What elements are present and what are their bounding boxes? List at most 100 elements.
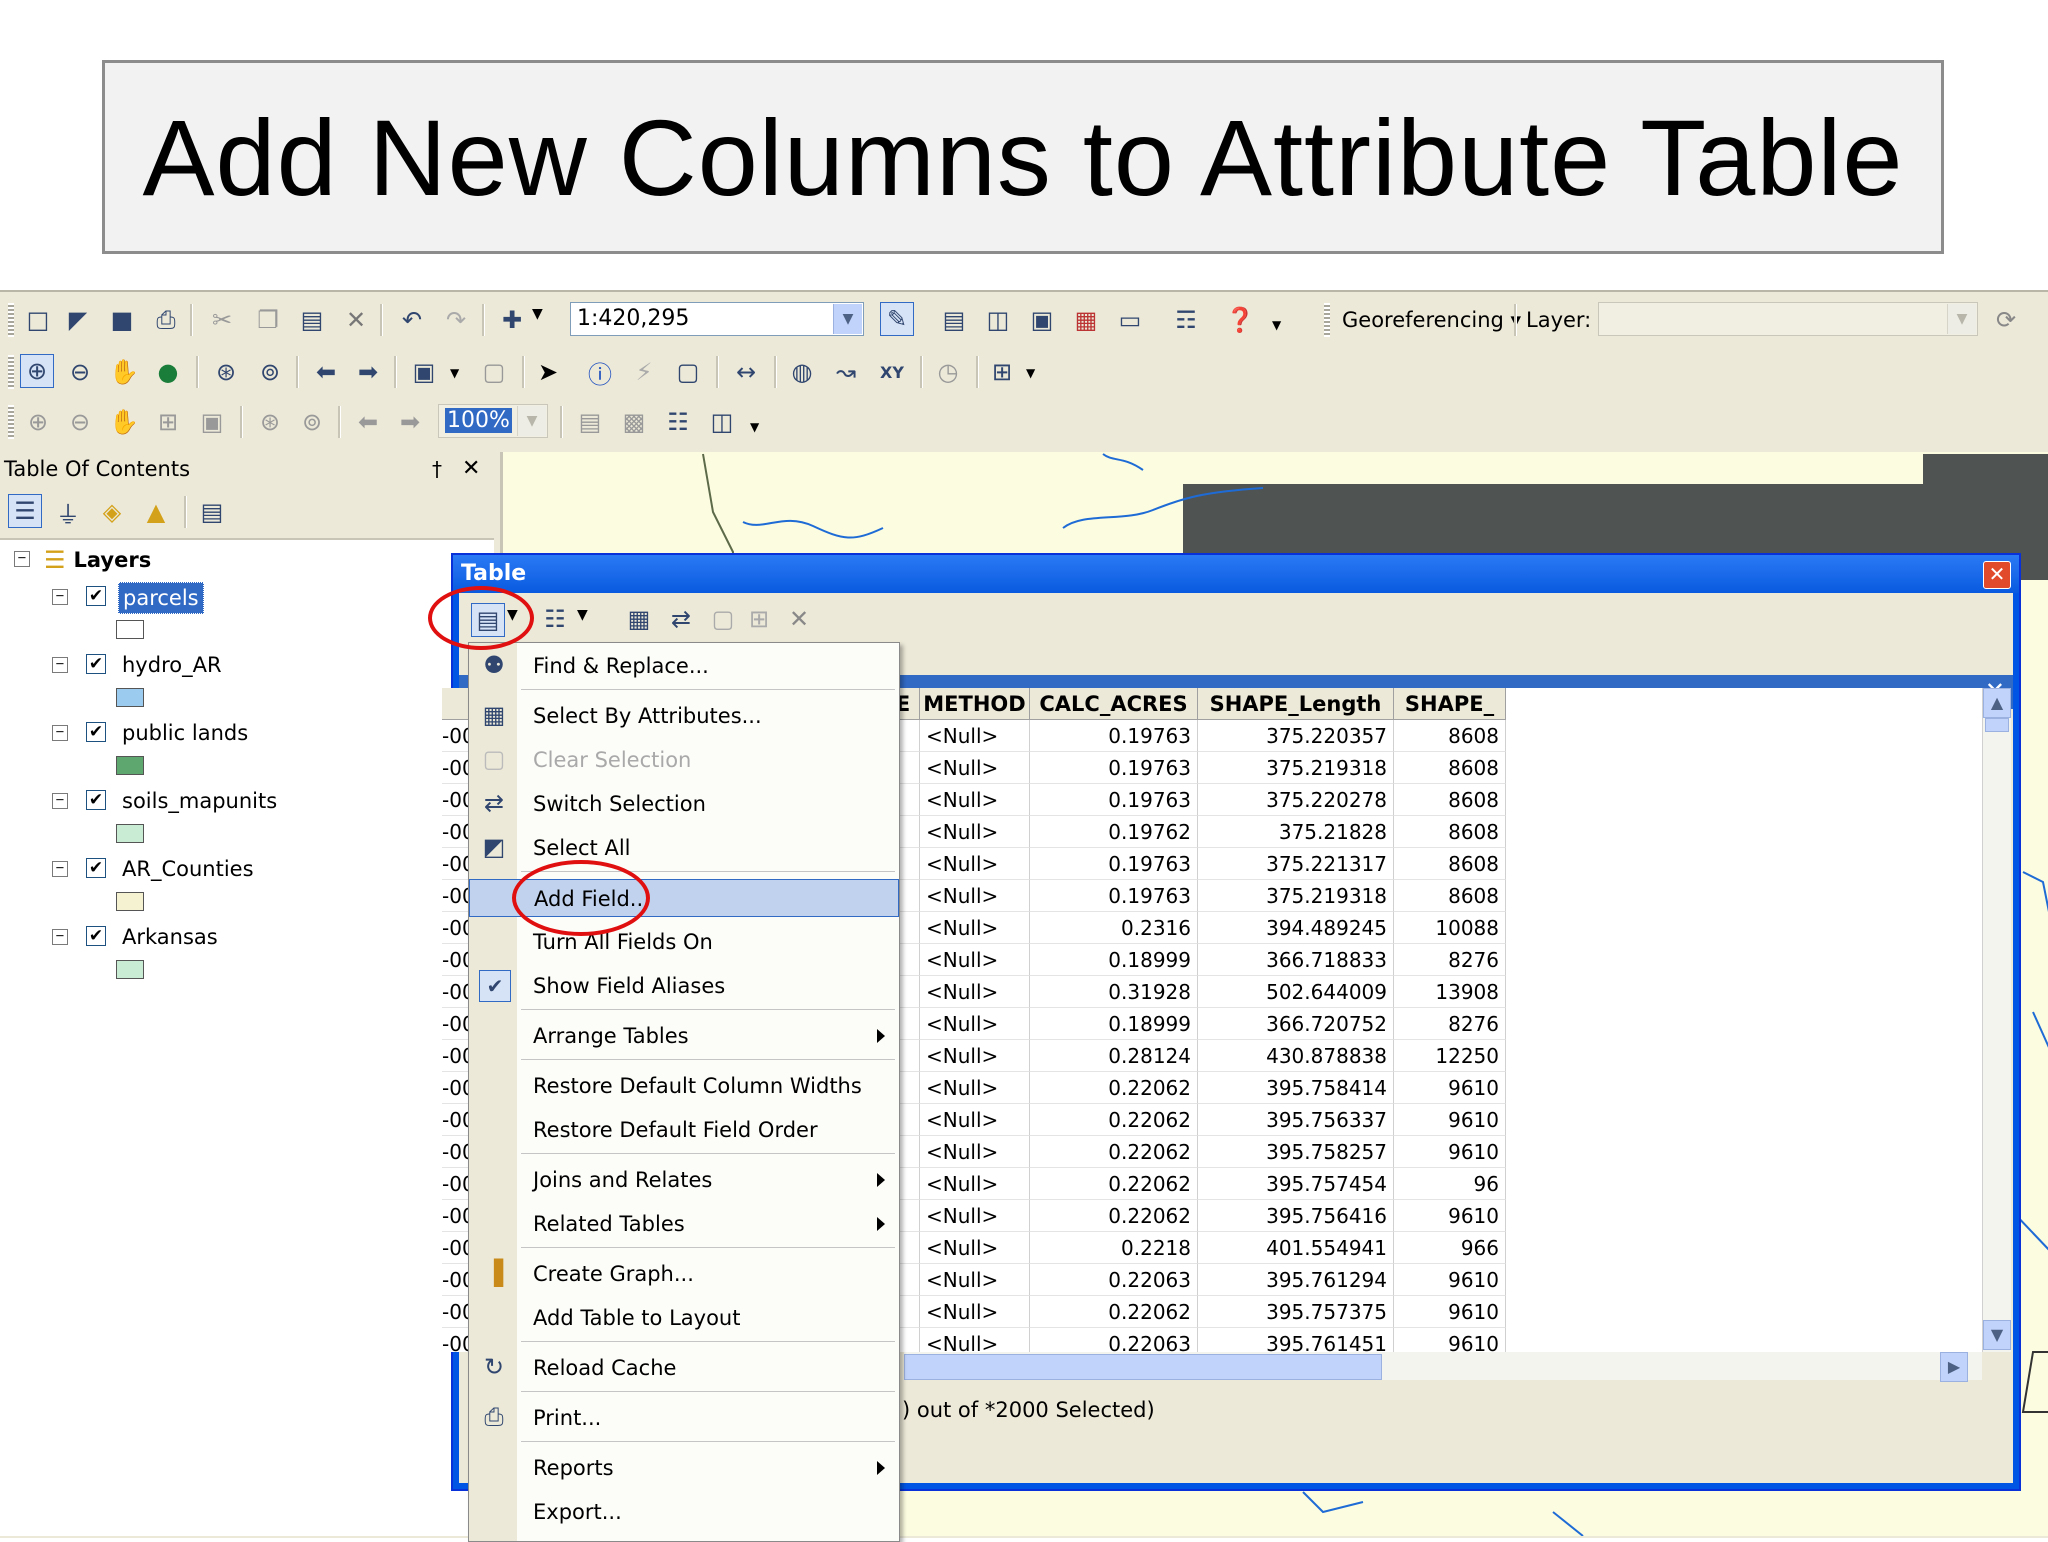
layer-expander[interactable]: − [52, 657, 68, 673]
toc-options-icon[interactable]: ▤ [196, 496, 228, 528]
related-tables-icon[interactable]: ☷ [539, 603, 571, 635]
table-cell[interactable]: 9610 [1394, 1200, 1506, 1232]
menu-item-print[interactable]: ⎙ Print... [469, 1399, 899, 1437]
table-cell[interactable]: 395.761294 [1198, 1264, 1394, 1296]
data-driven-pages-icon[interactable]: ◫ [706, 406, 738, 438]
table-cell[interactable]: 366.718833 [1198, 944, 1394, 976]
menu-item-create-graph[interactable]: ▐ Create Graph... [469, 1255, 899, 1293]
column-header[interactable]: SHAPE_Length [1198, 688, 1394, 720]
map-scale-combobox[interactable]: 1:420,295 ▼ [570, 302, 864, 336]
change-layout-icon[interactable]: ☷ [662, 406, 694, 438]
table-cell[interactable]: <Null> [920, 848, 1030, 880]
table-titlebar[interactable]: Table [453, 555, 2019, 593]
table-cell[interactable]: <Null> [920, 720, 1030, 752]
layer-symbol-swatch[interactable] [116, 620, 144, 639]
add-data-dropdown-icon[interactable]: ▼ [532, 306, 543, 322]
layer-expander[interactable]: − [52, 589, 68, 605]
layer-name[interactable]: soils_mapunits [118, 786, 281, 816]
table-cell[interactable]: <Null> [920, 1232, 1030, 1264]
table-cell[interactable]: <Null> [920, 912, 1030, 944]
list-by-visibility-icon[interactable]: ◈ [96, 496, 128, 528]
layer-name[interactable]: public lands [118, 718, 252, 748]
menu-item-reload-cache[interactable]: ↻ Reload Cache [469, 1349, 899, 1387]
table-cell[interactable]: 401.554941 [1198, 1232, 1394, 1264]
table-of-contents-icon[interactable]: ▤ [938, 304, 970, 336]
table-cell[interactable]: 9610 [1394, 1104, 1506, 1136]
undo-icon[interactable]: ↶ [396, 304, 428, 336]
layout-fixed-zoom-in-icon[interactable]: ⊛ [254, 406, 286, 438]
create-viewer-window-icon[interactable]: ⊞ [986, 356, 1018, 388]
table-cell[interactable]: 0.22062 [1030, 1136, 1198, 1168]
menu-item-select-by-attributes[interactable]: ▦ Select By Attributes... [469, 697, 899, 735]
hyperlink-icon[interactable]: ⚡ [628, 356, 660, 388]
layout-zoom-in-icon[interactable]: ⊕ [22, 406, 54, 438]
table-cell[interactable]: 10088 [1394, 912, 1506, 944]
vertical-scrollbar[interactable]: ▲ ▼ [1982, 688, 2011, 1352]
focus-data-frame-icon[interactable]: ▩ [618, 406, 650, 438]
layer-expander[interactable]: − [52, 929, 68, 945]
html-popup-icon[interactable]: ▢ [672, 356, 704, 388]
table-cell[interactable]: <Null> [920, 1008, 1030, 1040]
column-header[interactable]: SHAPE_ [1394, 688, 1506, 720]
menu-item-select-all[interactable]: ◩ Select All [469, 829, 899, 867]
layer-symbol-swatch[interactable] [116, 960, 144, 979]
layout-toolbar-options-icon[interactable]: ▼ [750, 420, 759, 434]
toolbar-options-icon[interactable]: ▼ [1272, 318, 1281, 332]
redo-icon[interactable]: ↷ [440, 304, 472, 336]
go-to-xy-icon[interactable]: XY [876, 356, 908, 388]
fixed-zoom-out-icon[interactable]: ⊚ [254, 356, 286, 388]
find-binoculars-icon[interactable]: ◍ [786, 356, 818, 388]
close-icon[interactable]: ✕ [1983, 561, 2011, 589]
modelbuilder-icon[interactable]: ☶ [1170, 304, 1202, 336]
layer-expander[interactable]: − [52, 793, 68, 809]
table-cell[interactable]: <Null> [920, 1040, 1030, 1072]
layer-name[interactable]: AR_Counties [118, 854, 258, 884]
full-extent-globe-icon[interactable]: ● [152, 356, 184, 388]
layout-forward-icon[interactable]: ➡ [394, 406, 426, 438]
rotate-icon[interactable]: ⟳ [1990, 304, 2022, 336]
column-header[interactable]: CALC_ACRES [1030, 688, 1198, 720]
select-elements-arrow-icon[interactable]: ➤ [532, 356, 564, 388]
table-cell[interactable]: 0.19763 [1030, 720, 1198, 752]
list-by-source-icon[interactable]: ⏚ [52, 496, 84, 529]
pin-icon[interactable]: † [432, 452, 442, 486]
table-cell[interactable]: 0.22063 [1030, 1328, 1198, 1352]
layers-root[interactable]: ☰ Layers [44, 544, 151, 576]
select-by-attributes-icon[interactable]: ▦ [623, 603, 655, 635]
chevron-down-icon[interactable]: ▼ [517, 406, 546, 436]
go-forward-arrow-icon[interactable]: ➡ [352, 356, 384, 388]
table-cell[interactable]: <Null> [920, 816, 1030, 848]
close-icon[interactable]: ✕ [462, 452, 480, 486]
table-cell[interactable]: 8608 [1394, 752, 1506, 784]
table-cell[interactable]: 502.644009 [1198, 976, 1394, 1008]
toolbar-grip[interactable] [8, 355, 14, 389]
toolbar-grip[interactable] [8, 303, 14, 337]
table-cell[interactable]: 0.18999 [1030, 1008, 1198, 1040]
menu-item-switch-selection[interactable]: ⇄ Switch Selection [469, 785, 899, 823]
go-back-arrow-icon[interactable]: ⬅ [310, 356, 342, 388]
menu-item-restore-default-column-widths[interactable]: Restore Default Column Widths [469, 1067, 899, 1105]
layer-visibility-checkbox[interactable]: ✔ [86, 790, 106, 810]
table-cell[interactable]: 12250 [1394, 1040, 1506, 1072]
menu-item-show-field-aliases[interactable]: ✔ Show Field Aliases [469, 967, 899, 1005]
copy-icon[interactable]: ❐ [252, 304, 284, 336]
table-cell[interactable]: 8608 [1394, 720, 1506, 752]
table-cell[interactable]: <Null> [920, 944, 1030, 976]
table-cell[interactable]: 0.19763 [1030, 784, 1198, 816]
table-cell[interactable]: 8276 [1394, 944, 1506, 976]
clear-selection-icon[interactable]: ▢ [707, 603, 739, 635]
find-route-icon[interactable]: ↝ [830, 356, 862, 388]
zoom-in-icon[interactable]: ⊕ [20, 354, 54, 388]
zoom-whole-page-icon[interactable]: ⊞ [152, 406, 184, 438]
layer-expander[interactable]: − [52, 725, 68, 741]
layout-back-icon[interactable]: ⬅ [352, 406, 384, 438]
table-cell[interactable]: 0.22062 [1030, 1200, 1198, 1232]
table-cell[interactable]: 13908 [1394, 976, 1506, 1008]
table-cell[interactable]: 0.19763 [1030, 752, 1198, 784]
table-cell[interactable]: 0.19762 [1030, 816, 1198, 848]
layout-pan-icon[interactable]: ✋ [108, 406, 140, 438]
menu-item-restore-default-field-order[interactable]: Restore Default Field Order [469, 1111, 899, 1149]
list-by-drawing-order-icon[interactable]: ☰ [8, 494, 42, 528]
table-cell[interactable]: <Null> [920, 784, 1030, 816]
table-cell[interactable]: 0.18999 [1030, 944, 1198, 976]
